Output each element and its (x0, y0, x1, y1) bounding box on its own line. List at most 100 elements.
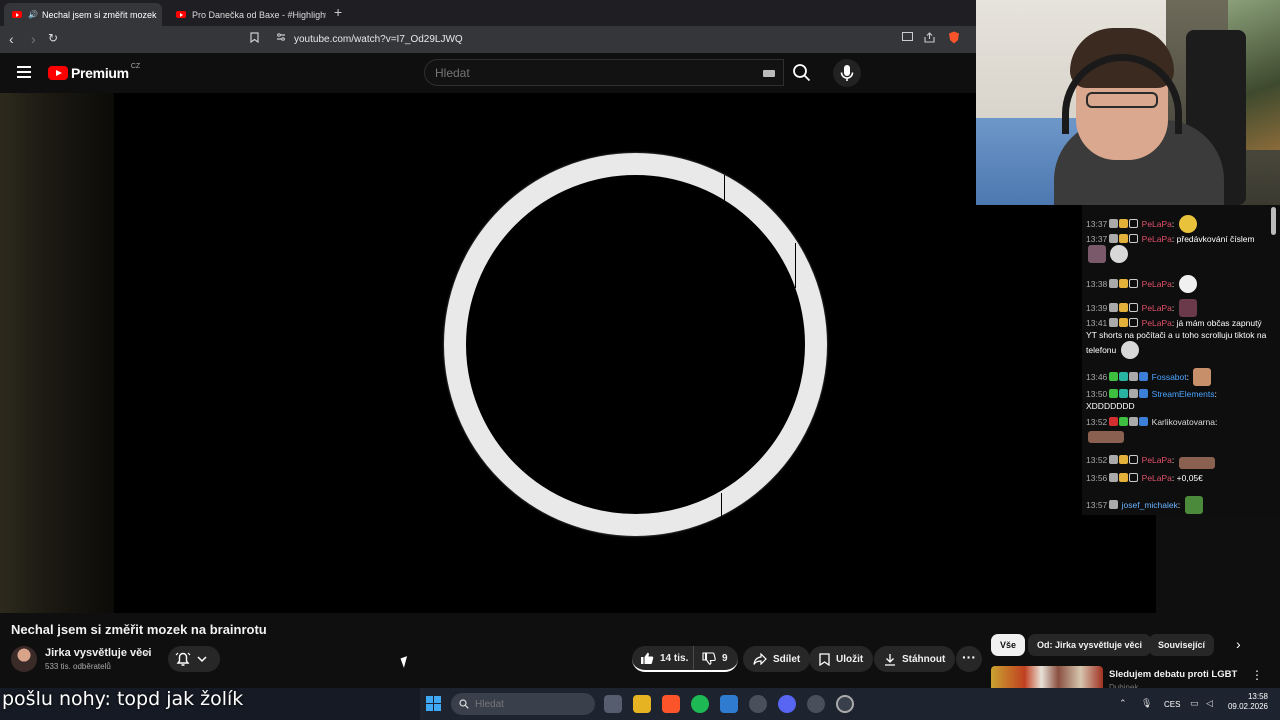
country-code: CZ (130, 62, 141, 70)
badge-icon (1109, 234, 1119, 243)
chip-related[interactable]: Související (1149, 634, 1215, 656)
chat-scrollbar[interactable] (1271, 207, 1276, 235)
reload-icon[interactable]: ↻ (48, 31, 58, 45)
save-label: Uložit (836, 653, 864, 665)
channel-name[interactable]: Jirka vysvětluje věci (45, 647, 151, 659)
bot-badge-icon (1119, 372, 1129, 381)
7tv-badge-icon (1129, 455, 1139, 464)
language-indicator[interactable]: CES (1164, 700, 1180, 709)
voice-search-button[interactable] (833, 59, 861, 87)
brave-browser-icon[interactable] (662, 695, 680, 713)
browser-tab[interactable]: Pro Danečka od Baxe - #Highlights (168, 3, 326, 26)
tab-title: Pro Danečka od Baxe - #Highlights (192, 9, 326, 20)
brave-shield-icon[interactable] (948, 31, 960, 47)
save-button[interactable]: Uložit (809, 646, 874, 672)
badge-icon (1109, 279, 1119, 288)
taskbar-search[interactable] (451, 693, 595, 715)
hamburger-menu-icon[interactable] (17, 66, 31, 78)
download-button[interactable]: Stáhnout (874, 646, 956, 672)
thumbs-up-icon (641, 652, 654, 664)
chat-username[interactable]: PeLaPa (1142, 303, 1172, 313)
chat-username[interactable]: PeLaPa (1142, 279, 1172, 289)
browser-tab-active[interactable]: 🔊 Nechal jsem si změřit mozek ✕ (4, 3, 162, 26)
chevron-up-icon[interactable]: ⌃ (1119, 698, 1127, 709)
more-actions-button[interactable]: ··· (956, 646, 982, 672)
windows-start-icon[interactable] (426, 696, 442, 712)
7tv-badge-icon (1129, 219, 1139, 228)
spotify-icon[interactable] (691, 695, 709, 713)
vertical-dots-icon[interactable]: ⋮ (1251, 668, 1263, 682)
gear-badge-icon (1129, 372, 1139, 381)
notification-bell-button[interactable] (168, 646, 220, 672)
crown-badge-icon (1119, 318, 1129, 327)
share-icon (753, 653, 767, 665)
chat-message: 13:41 PeLaPa: já mám občas zapnutý YT sh… (1086, 317, 1270, 359)
bookmark-icon (819, 652, 830, 666)
chat-timestamp: 13:46 (1086, 372, 1108, 382)
chat-username[interactable]: StreamElements (1152, 389, 1215, 399)
chat-text: předávkování číslem (1176, 234, 1255, 244)
app-c-icon[interactable] (807, 695, 825, 713)
chat-username[interactable]: josef_michalek (1122, 500, 1178, 510)
chat-username[interactable]: Fossabot (1152, 372, 1187, 382)
chat-username[interactable]: PeLaPa (1142, 234, 1172, 244)
volume-icon[interactable]: ◁ (1206, 698, 1213, 709)
discord-icon[interactable] (778, 695, 796, 713)
search-input[interactable] (435, 60, 755, 85)
new-tab-icon[interactable]: + (334, 4, 342, 20)
app-c-icon[interactable] (749, 695, 767, 713)
chevron-right-icon[interactable]: › (1236, 636, 1241, 652)
channel-avatar[interactable] (11, 646, 37, 672)
chat-text: XDDDDDDD (1086, 401, 1135, 411)
crown-badge-icon (1139, 389, 1149, 398)
share-page-icon[interactable] (924, 32, 935, 46)
url-field[interactable]: youtube.com/watch?v=I7_Od29LJWQ (244, 29, 976, 50)
cast-icon[interactable] (902, 32, 913, 44)
search-icon (793, 64, 811, 82)
7tv-badge-icon (1129, 473, 1139, 482)
badge-icon (1109, 417, 1119, 426)
recommendation-title[interactable]: Sledujem debatu proti LGBT (1109, 669, 1237, 680)
share-button[interactable]: Sdílet (743, 646, 811, 672)
keyboard-icon[interactable] (763, 70, 775, 77)
dislike-button[interactable]: 9 (694, 651, 728, 665)
chat-timestamp: 13:52 (1086, 455, 1108, 465)
chip-from-channel[interactable]: Od: Jirka vysvětluje věci (1028, 634, 1152, 656)
file-explorer-icon[interactable] (633, 695, 651, 713)
youtube-premium-logo[interactable]: Premium CZ (48, 62, 141, 81)
obs-icon[interactable] (836, 695, 854, 713)
chip-all[interactable]: Vše (991, 634, 1026, 656)
microphone-icon[interactable]: 🎙 (1141, 698, 1152, 709)
crown-badge-icon (1139, 372, 1149, 381)
chat-username[interactable]: PeLaPa (1142, 318, 1172, 328)
chat-username[interactable]: PeLaPa (1142, 473, 1172, 483)
thumbs-down-icon (702, 651, 716, 665)
like-button[interactable]: 14 tis. (632, 646, 694, 670)
video-frame-scratch (721, 493, 722, 521)
taskbar-search-input[interactable] (475, 698, 585, 710)
chat-username[interactable]: PeLaPa (1142, 219, 1172, 229)
crown-badge-icon (1119, 473, 1129, 482)
badge-icon (1109, 219, 1119, 228)
chat-message: 13:46 Fossabot: (1086, 368, 1270, 386)
badge-icon (1109, 500, 1119, 509)
network-icon[interactable]: ▭ (1190, 698, 1199, 709)
chat-username[interactable]: PeLaPa (1142, 455, 1172, 465)
face-emote-icon (1193, 368, 1212, 386)
chat-message: 13:38 PeLaPa: (1086, 275, 1270, 293)
dislike-count: 9 (722, 652, 728, 664)
chat-username[interactable]: Karlikovatovarna (1152, 417, 1215, 427)
recommendation-thumbnail[interactable] (991, 666, 1103, 688)
forward-icon[interactable]: › (31, 31, 36, 47)
verified-icon: ✔ (144, 648, 152, 658)
clock[interactable]: 13:58 09.02.2026 (1224, 692, 1268, 712)
chat-timestamp: 13:57 (1086, 500, 1108, 510)
speaker-icon[interactable]: 🔊 (28, 10, 38, 19)
crown-badge-icon (1119, 234, 1129, 243)
back-icon[interactable]: ‹ (9, 31, 14, 47)
7tv-badge-icon (1129, 318, 1139, 327)
search-button[interactable] (784, 59, 820, 86)
task-view-icon[interactable] (604, 695, 622, 713)
app-icon[interactable] (720, 695, 738, 713)
like-dislike-group: 14 tis. 9 (632, 646, 738, 672)
